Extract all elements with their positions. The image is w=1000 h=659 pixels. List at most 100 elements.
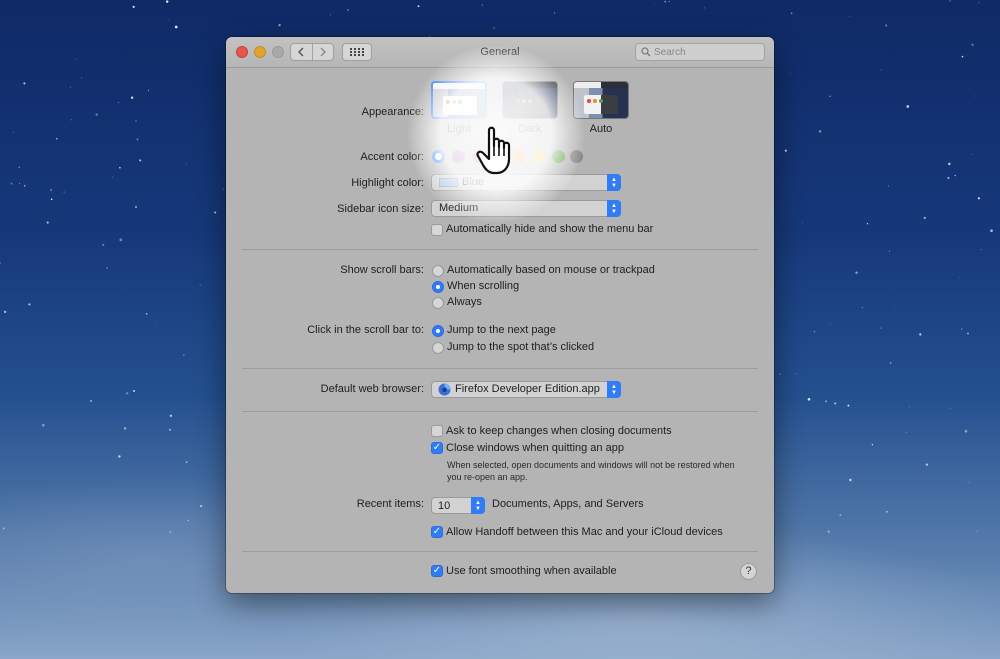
hand-pointer-icon xyxy=(476,126,511,175)
star xyxy=(174,25,178,29)
star xyxy=(849,16,851,18)
help-button[interactable]: ? xyxy=(740,563,757,580)
recent-items-input[interactable] xyxy=(438,499,468,512)
font-smoothing-checkbox[interactable]: ✓ xyxy=(431,565,443,577)
star xyxy=(967,481,969,484)
appearance-light-option[interactable] xyxy=(431,81,487,119)
sidebar-icon-size-label: Sidebar icon size: xyxy=(337,203,424,215)
scroll-click-spot-radio[interactable] xyxy=(432,342,444,354)
star xyxy=(12,132,14,133)
appearance-dark-option[interactable] xyxy=(502,81,558,119)
star xyxy=(980,249,982,250)
scroll-bars-auto-radio[interactable] xyxy=(432,265,444,277)
stepper-arrows-icon[interactable]: ▲ ▼ xyxy=(471,497,485,514)
star xyxy=(949,407,951,409)
appearance-auto-option[interactable] xyxy=(573,81,629,119)
ask-keep-changes-checkbox[interactable] xyxy=(431,425,443,437)
star xyxy=(169,414,173,417)
star xyxy=(839,514,842,516)
default-browser-value: Firefox Developer Edition.app xyxy=(455,383,600,395)
star xyxy=(849,478,852,482)
star xyxy=(784,149,787,152)
star xyxy=(829,95,831,97)
star xyxy=(813,330,816,333)
star xyxy=(112,176,114,178)
star xyxy=(827,530,830,533)
scroll-click-next-page-radio[interactable] xyxy=(432,325,444,337)
accent-swatch-purple[interactable] xyxy=(452,150,465,163)
recent-items-stepper[interactable]: ▲▼ xyxy=(431,497,485,514)
star xyxy=(971,43,974,47)
star xyxy=(890,362,892,364)
star xyxy=(830,324,832,325)
scroll-click-label: Click in the scroll bar to: xyxy=(307,324,424,336)
star xyxy=(147,89,150,91)
star xyxy=(0,262,1,264)
star xyxy=(967,332,969,335)
handoff-checkbox[interactable]: ✓ xyxy=(431,526,443,538)
accent-color-label: Accent color: xyxy=(360,151,424,163)
accent-swatch-green[interactable] xyxy=(552,150,565,163)
star xyxy=(106,267,108,269)
star xyxy=(885,24,888,27)
star xyxy=(493,27,495,29)
star xyxy=(123,427,127,430)
star xyxy=(200,505,203,508)
accent-swatch-blue[interactable] xyxy=(432,150,445,163)
highlight-color-label: Highlight color: xyxy=(351,177,424,189)
menubar-hide-checkbox[interactable] xyxy=(431,224,443,236)
star xyxy=(18,166,21,169)
star xyxy=(990,229,993,233)
star xyxy=(977,197,980,200)
star xyxy=(948,162,951,166)
search-input[interactable] xyxy=(654,44,760,60)
star xyxy=(807,397,811,401)
star xyxy=(905,432,907,433)
star xyxy=(169,428,171,431)
star xyxy=(118,455,121,458)
star xyxy=(919,333,922,336)
scroll-click-spot-label: Jump to the spot that’s clicked xyxy=(447,341,595,353)
close-windows-label: Close windows when quitting an app xyxy=(446,442,624,454)
menubar-hide-label: Automatically hide and show the menu bar xyxy=(446,223,654,235)
divider xyxy=(242,551,758,552)
accent-swatch-graphite[interactable] xyxy=(570,150,583,163)
star xyxy=(278,23,281,27)
star xyxy=(132,5,135,9)
search-icon xyxy=(641,47,651,57)
appearance-auto-label: Auto xyxy=(589,123,613,135)
star xyxy=(169,531,172,533)
scroll-bars-always-radio[interactable] xyxy=(432,297,444,309)
scroll-bars-scrolling-radio[interactable] xyxy=(432,281,444,293)
star xyxy=(23,184,26,187)
star xyxy=(887,185,889,187)
title-bar[interactable]: General xyxy=(226,37,774,68)
handoff-label: Allow Handoff between this Mac and your … xyxy=(446,526,723,538)
star xyxy=(330,14,331,16)
star xyxy=(779,373,781,375)
star xyxy=(949,0,951,2)
close-windows-checkbox[interactable]: ✓ xyxy=(431,442,443,454)
default-browser-popup[interactable]: Firefox Developer Edition.app ▲ ▼ xyxy=(431,381,621,398)
star xyxy=(961,55,964,58)
star xyxy=(145,313,148,315)
recent-items-suffix: Documents, Apps, and Servers xyxy=(492,498,644,510)
star xyxy=(961,328,963,330)
popup-arrows-icon: ▲ ▼ xyxy=(607,200,621,217)
star xyxy=(908,406,910,408)
search-field[interactable] xyxy=(635,43,765,61)
popup-arrows-icon: ▲ ▼ xyxy=(607,381,621,398)
highlight-color-popup[interactable]: Blue ▲ ▼ xyxy=(431,174,621,191)
sidebar-icon-size-popup[interactable]: Medium ▲ ▼ xyxy=(431,200,621,217)
star xyxy=(553,12,556,14)
star xyxy=(964,429,968,433)
scroll-click-next-page-label: Jump to the next page xyxy=(447,324,556,336)
star xyxy=(978,2,980,4)
accent-swatch-yellow[interactable] xyxy=(532,150,545,163)
show-scroll-bars-label: Show scroll bars: xyxy=(340,264,424,276)
star xyxy=(102,243,105,247)
star xyxy=(866,222,869,225)
scroll-bars-auto-label: Automatically based on mouse or trackpad xyxy=(447,264,655,276)
star xyxy=(50,198,53,201)
star xyxy=(947,176,950,179)
